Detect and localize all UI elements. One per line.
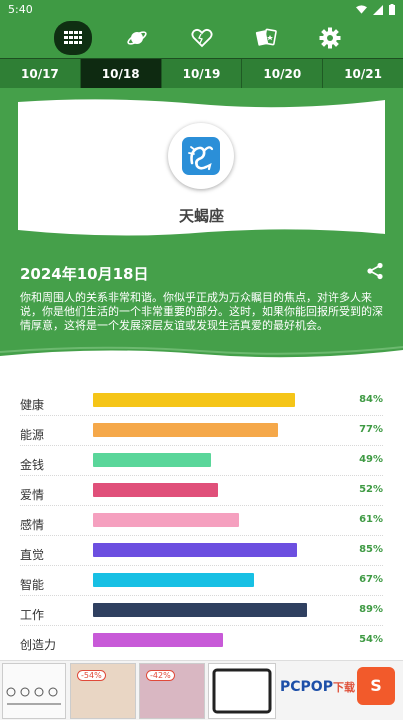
score-label: 创造力	[20, 638, 57, 652]
score-row: 金钱 49%	[0, 448, 403, 478]
score-bar-track	[93, 423, 333, 437]
planet-icon	[127, 31, 147, 45]
score-bar-fill	[93, 393, 295, 407]
score-label: 爱情	[20, 488, 45, 502]
brand-suffix: 下载	[332, 681, 355, 694]
score-label: 工作	[20, 608, 45, 622]
nav-love-button[interactable]	[184, 22, 220, 54]
row-divider	[20, 595, 383, 596]
score-percent: 77%	[359, 424, 383, 435]
score-label: 能源	[20, 428, 45, 442]
status-time: 5:40	[8, 3, 33, 16]
system-icons	[356, 4, 395, 15]
reading-text: 你和周围人的关系非常和谐。你似乎正成为万众瞩目的焦点，对许多人来说，你是他们生活…	[20, 291, 383, 332]
nav-planet-button[interactable]	[119, 22, 155, 54]
grid-icon	[64, 31, 82, 44]
date-tab-4[interactable]: 10/20	[242, 59, 324, 88]
row-divider	[20, 535, 383, 536]
brand-name: PCPOP	[280, 679, 333, 695]
score-bar-track	[93, 483, 333, 497]
score-percent: 61%	[359, 514, 383, 525]
ad-image-2[interactable]: -54%	[70, 663, 136, 719]
score-row: 智能 67%	[0, 568, 403, 598]
cards-icon	[255, 28, 277, 46]
date-tab-1[interactable]: 10/17	[0, 59, 81, 88]
discount-badge: -54%	[77, 670, 106, 681]
score-row: 直觉 85%	[0, 538, 403, 568]
top-navigation	[0, 20, 403, 58]
score-percent: 67%	[359, 574, 383, 585]
wave-bottom-edge	[0, 346, 403, 362]
score-percent: 49%	[359, 454, 383, 465]
score-label: 智能	[20, 578, 45, 592]
sign-name: 天蝎座	[178, 207, 224, 225]
ad-banner[interactable]: -54% -42% PCPOP下载 S	[0, 660, 403, 720]
score-percent: 89%	[359, 604, 383, 615]
shopee-logo[interactable]: S	[357, 667, 395, 705]
date-tab-2[interactable]: 10/18	[80, 59, 162, 88]
frame-icon	[212, 668, 272, 714]
ad-image-1[interactable]	[2, 663, 66, 719]
nav-daily-button[interactable]	[54, 21, 92, 55]
date-tab-3[interactable]: 10/19	[162, 59, 243, 88]
discount-badge: -42%	[146, 670, 175, 681]
score-bar-fill	[93, 543, 297, 557]
gear-icon	[319, 27, 341, 49]
score-bar-fill	[93, 453, 211, 467]
score-row: 爱情 52%	[0, 478, 403, 508]
score-bar-track	[93, 393, 333, 407]
signal-icon	[373, 4, 383, 15]
score-row: 健康 84%	[0, 388, 403, 418]
row-divider	[20, 415, 383, 416]
nav-settings-button[interactable]	[312, 22, 348, 54]
products-icon	[6, 687, 61, 705]
score-bar-fill	[93, 573, 254, 587]
heart-icon	[191, 28, 213, 48]
row-divider	[20, 475, 383, 476]
score-label: 直觉	[20, 548, 45, 562]
score-bar-track	[93, 453, 333, 467]
score-bar-track	[93, 543, 333, 557]
share-button[interactable]	[366, 262, 384, 284]
reading-date-title: 2024年10月18日	[20, 265, 149, 283]
sign-card: 天蝎座	[18, 98, 385, 238]
score-bar-fill	[93, 603, 307, 617]
score-label: 健康	[20, 398, 45, 412]
sign-icon-circle	[168, 123, 234, 189]
score-label: 感情	[20, 518, 45, 532]
score-label: 金钱	[20, 458, 45, 472]
row-divider	[20, 625, 383, 626]
score-bar-fill	[93, 423, 278, 437]
battery-icon	[389, 4, 395, 15]
score-bar-fill	[93, 633, 223, 647]
nav-tarot-button[interactable]	[248, 22, 284, 54]
score-percent: 52%	[359, 484, 383, 495]
score-bar-track	[93, 513, 333, 527]
horoscope-header: 天蝎座 2024年10月18日 你和周围人的关系非常和谐。你似乎正成为万众瞩目的…	[0, 88, 403, 362]
score-bar-fill	[93, 513, 240, 527]
ad-image-4[interactable]	[208, 663, 276, 719]
score-row: 创造力 54%	[0, 628, 403, 658]
score-bar-track	[93, 633, 333, 647]
score-percent: 54%	[359, 634, 383, 645]
share-icon	[367, 262, 383, 280]
score-percent: 85%	[359, 544, 383, 555]
row-divider	[20, 445, 383, 446]
score-row: 能源 77%	[0, 418, 403, 448]
score-row: 感情 61%	[0, 508, 403, 538]
score-row: 工作 89%	[0, 598, 403, 628]
score-percent: 84%	[359, 394, 383, 405]
score-bar-track	[93, 573, 333, 587]
date-tabs: 10/17 10/18 10/19 10/20 10/21	[0, 58, 403, 88]
status-bar: 5:40	[0, 0, 403, 20]
score-bar-fill	[93, 483, 218, 497]
row-divider	[20, 565, 383, 566]
brand-logo: PCPOP下载	[280, 679, 355, 695]
date-tab-5[interactable]: 10/21	[323, 59, 403, 88]
row-divider	[20, 505, 383, 506]
ad-image-3[interactable]: -42%	[139, 663, 205, 719]
score-bar-track	[93, 603, 333, 617]
scorpio-icon	[182, 137, 220, 175]
wifi-icon	[356, 4, 367, 14]
